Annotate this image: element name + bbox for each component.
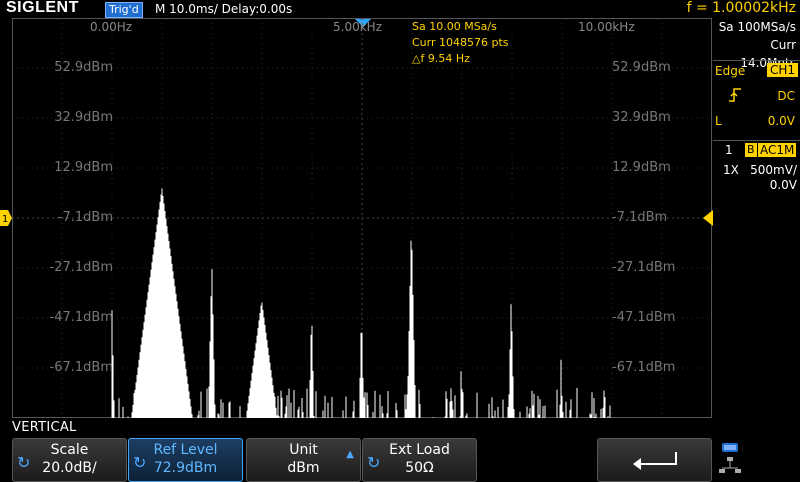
- unit-value: dBm: [287, 460, 320, 476]
- level-label-left: 52.9dBm: [54, 60, 113, 75]
- channel-1-offset-marker-icon[interactable]: 1: [0, 210, 12, 226]
- level-label-right: -27.1dBm: [612, 260, 676, 275]
- return-button[interactable]: [597, 438, 712, 482]
- level-label-left: 12.9dBm: [54, 160, 113, 175]
- freq-axis-center-label: 5.00kHz: [333, 20, 382, 34]
- unit-button[interactable]: ▲ Unit dBm: [246, 438, 361, 482]
- level-label-left: -67.1dBm: [49, 360, 113, 375]
- fft-info-panel: Sa 10.00 MSa/s Curr 1048576 pts △f 9.54 …: [412, 19, 509, 67]
- unit-label: Unit: [289, 442, 318, 458]
- rising-edge-icon: [729, 88, 741, 102]
- fft-points: Curr 1048576 pts: [412, 36, 509, 49]
- fft-delta-f: △f 9.54 Hz: [412, 52, 470, 65]
- level-label-left: -7.1dBm: [57, 210, 113, 225]
- brand-logo: SIGLENT: [6, 0, 79, 16]
- level-label-left: 32.9dBm: [54, 110, 113, 125]
- channel-scale: 500mV/: [750, 163, 797, 177]
- trigger-level: 0.0V: [767, 114, 795, 128]
- scale-button[interactable]: ↻ Scale 20.0dB/: [12, 438, 127, 482]
- bandwidth-limit-badge: B: [745, 143, 757, 157]
- trigger-status-badge: Trig'd: [105, 2, 143, 18]
- network-icon: [719, 443, 741, 473]
- trigger-panel[interactable]: Edge CH1 DC L 0.0V: [713, 62, 800, 138]
- trigger-coupling: DC: [777, 89, 795, 103]
- level-label-left: -27.1dBm: [49, 260, 113, 275]
- network-status[interactable]: [718, 440, 748, 478]
- channel-coupling: AC1M: [758, 143, 797, 157]
- level-label-right: -7.1dBm: [612, 210, 668, 225]
- spectrum-display[interactable]: [12, 18, 712, 418]
- fft-sample-rate: Sa 10.00 MSa/s: [412, 20, 497, 33]
- ref-level-button[interactable]: ↻ Ref Level 72.9dBm: [128, 438, 243, 482]
- ref-level-value: 72.9dBm: [153, 460, 218, 476]
- level-label-right: 12.9dBm: [612, 160, 671, 175]
- ext-load-value: 50Ω: [405, 460, 434, 476]
- freq-axis-left-label: 0.00Hz: [90, 20, 133, 34]
- level-label-right: 52.9dBm: [612, 60, 671, 75]
- timebase-readout: M 10.0ms/ Delay:0.00s: [155, 2, 293, 16]
- ext-load-button[interactable]: ↻ Ext Load 50Ω: [362, 438, 477, 482]
- channel-number: 1: [725, 143, 733, 157]
- menu-title: VERTICAL: [12, 420, 77, 435]
- trigger-source: CH1: [766, 63, 798, 77]
- svg-text:1: 1: [2, 214, 8, 225]
- trigger-level-marker-icon[interactable]: [703, 210, 713, 226]
- trigger-type: Edge: [715, 64, 746, 78]
- channel-1-panel[interactable]: 1 B AC1M 1X 500mV/ 0.0V: [713, 142, 800, 192]
- acq-sample-rate: Sa 100MSa/s: [718, 20, 796, 34]
- divider: [713, 140, 800, 141]
- level-label-right: 32.9dBm: [612, 110, 671, 125]
- level-label-right: -47.1dBm: [612, 310, 676, 325]
- freq-axis-right-label: 10.00kHz: [578, 20, 635, 34]
- level-label-left: -47.1dBm: [49, 310, 113, 325]
- return-arrow-icon: [633, 452, 677, 470]
- probe-attenuation: 1X: [723, 163, 739, 177]
- divider: [713, 60, 800, 61]
- level-label-right: -67.1dBm: [612, 360, 676, 375]
- ref-level-label: Ref Level: [153, 442, 218, 458]
- channel-offset: 0.0V: [769, 178, 797, 192]
- ext-load-label: Ext Load: [389, 442, 450, 458]
- scale-value: 20.0dB/: [42, 460, 97, 476]
- frequency-counter: f = 1.00002kHz: [686, 0, 796, 16]
- trigger-level-prefix: L: [715, 114, 722, 128]
- scale-label: Scale: [50, 442, 89, 458]
